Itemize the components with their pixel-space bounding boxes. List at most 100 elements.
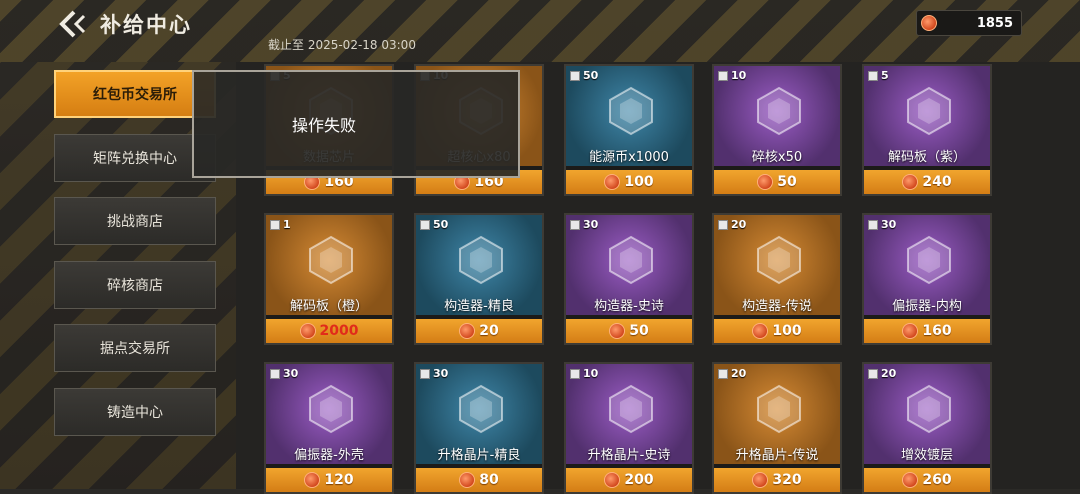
item-price: 120 <box>324 472 354 488</box>
item-price: 50 <box>629 323 649 339</box>
quantity-value: 1 <box>283 218 291 231</box>
shop-item-card[interactable]: 30 偏振器-外壳 120 <box>264 362 394 494</box>
sidebar-item-challenge-shop[interactable]: 挑战商店 <box>54 197 216 245</box>
price-bar[interactable]: 100 <box>566 170 692 194</box>
quantity-value: 30 <box>881 218 897 231</box>
box-icon <box>570 219 580 230</box>
quantity-value: 10 <box>583 367 599 380</box>
item-name: 升格晶片-精良 <box>437 448 521 463</box>
page-title: 补给中心 <box>100 13 192 37</box>
item-name: 偏振器-内构 <box>892 299 962 314</box>
sidebar-item-base-exchange[interactable]: 据点交易所 <box>54 324 216 372</box>
item-price: 260 <box>922 472 952 488</box>
coin-icon <box>604 472 621 488</box>
item-quantity: 10 <box>570 367 598 380</box>
item-price: 100 <box>624 174 654 190</box>
price-bar[interactable]: 200 <box>566 468 692 492</box>
item-quantity: 30 <box>420 367 448 380</box>
shop-item-card[interactable]: 50 构造器-精良 20 <box>414 213 544 345</box>
item-name: 偏振器-外壳 <box>294 448 364 463</box>
cube-icon <box>604 233 658 287</box>
cube-icon <box>454 233 508 287</box>
coin-icon <box>299 323 316 339</box>
shop-item-card[interactable]: 20 构造器-传说 100 <box>712 213 842 345</box>
quantity-value: 50 <box>583 69 599 82</box>
item-quantity: 1 <box>270 218 291 231</box>
back-icon[interactable] <box>58 9 92 39</box>
item-name: 解码板（紫） <box>887 150 966 165</box>
shop-item-card[interactable]: 30 升格晶片-精良 80 <box>414 362 544 494</box>
item-price: 200 <box>624 472 654 488</box>
box-icon <box>718 368 728 379</box>
coin-icon <box>752 472 769 488</box>
shell-icon <box>304 382 358 436</box>
quantity-value: 20 <box>731 218 747 231</box>
coin-icon <box>902 323 919 339</box>
price-bar[interactable]: 100 <box>714 319 840 343</box>
box-icon <box>570 368 580 379</box>
item-quantity: 20 <box>718 218 746 231</box>
item-name: 解码板（橙） <box>289 299 368 314</box>
price-bar[interactable]: 320 <box>714 468 840 492</box>
item-name: 增效镀层 <box>900 448 953 463</box>
shop-item-card[interactable]: 30 构造器-史诗 50 <box>564 213 694 345</box>
shop-item-card[interactable]: 5 解码板（紫） 240 <box>862 64 992 196</box>
item-name: 构造器-精良 <box>444 299 514 314</box>
shop-item-card[interactable]: 50 能源币x1000 100 <box>564 64 694 196</box>
box-icon <box>270 219 280 230</box>
box-icon <box>270 368 280 379</box>
quantity-value: 20 <box>881 367 897 380</box>
price-bar[interactable]: 2000 <box>266 319 392 343</box>
coin-icon <box>921 15 937 31</box>
quantity-value: 5 <box>881 69 889 82</box>
spray-icon <box>902 382 956 436</box>
shop-item-card[interactable]: 10 升格晶片-史诗 200 <box>564 362 694 494</box>
item-name: 升格晶片-传说 <box>735 448 819 463</box>
item-price: 240 <box>922 174 952 190</box>
item-name: 能源币x1000 <box>589 150 669 165</box>
price-bar[interactable]: 260 <box>864 468 990 492</box>
price-bar[interactable]: 50 <box>714 170 840 194</box>
item-price: 20 <box>479 323 499 339</box>
sidebar-item-shard-shop[interactable]: 碎核商店 <box>54 261 216 309</box>
sidebar-item-forge-center[interactable]: 铸造中心 <box>54 388 216 436</box>
quantity-value: 20 <box>731 367 747 380</box>
item-price: 50 <box>777 174 797 190</box>
box-icon <box>420 368 430 379</box>
quantity-value: 30 <box>283 367 299 380</box>
item-quantity: 20 <box>868 367 896 380</box>
item-price: 80 <box>479 472 499 488</box>
item-price: 100 <box>772 323 802 339</box>
shard-icon <box>752 84 806 138</box>
price-bar[interactable]: 80 <box>416 468 542 492</box>
coin-icon <box>609 323 626 339</box>
shop-item-card[interactable]: 20 增效镀层 260 <box>862 362 992 494</box>
shop-item-card[interactable]: 1 解码板（橙） 2000 <box>264 213 394 345</box>
coin-icon <box>757 174 774 190</box>
item-name: 构造器-传说 <box>742 299 812 314</box>
box-icon <box>718 219 728 230</box>
currency-amount: 1855 <box>976 15 1013 31</box>
box-icon <box>868 219 878 230</box>
shop-item-card[interactable]: 10 碎核x50 50 <box>712 64 842 196</box>
item-name: 构造器-史诗 <box>594 299 664 314</box>
price-bar[interactable]: 20 <box>416 319 542 343</box>
coin-icon <box>459 472 476 488</box>
coin-icon <box>604 174 621 190</box>
box-icon <box>868 368 878 379</box>
price-bar[interactable]: 50 <box>566 319 692 343</box>
price-bar[interactable]: 120 <box>266 468 392 492</box>
item-quantity: 20 <box>718 367 746 380</box>
item-quantity: 50 <box>420 218 448 231</box>
box-icon <box>868 70 878 81</box>
item-quantity: 30 <box>868 218 896 231</box>
item-price: 320 <box>772 472 802 488</box>
crystal-icon <box>902 233 956 287</box>
quantity-value: 50 <box>433 218 449 231</box>
cube-icon <box>752 233 806 287</box>
shop-item-card[interactable]: 20 升格晶片-传说 320 <box>712 362 842 494</box>
shop-item-card[interactable]: 30 偏振器-内构 160 <box>862 213 992 345</box>
price-bar[interactable]: 160 <box>864 319 990 343</box>
box-icon <box>420 219 430 230</box>
price-bar[interactable]: 240 <box>864 170 990 194</box>
